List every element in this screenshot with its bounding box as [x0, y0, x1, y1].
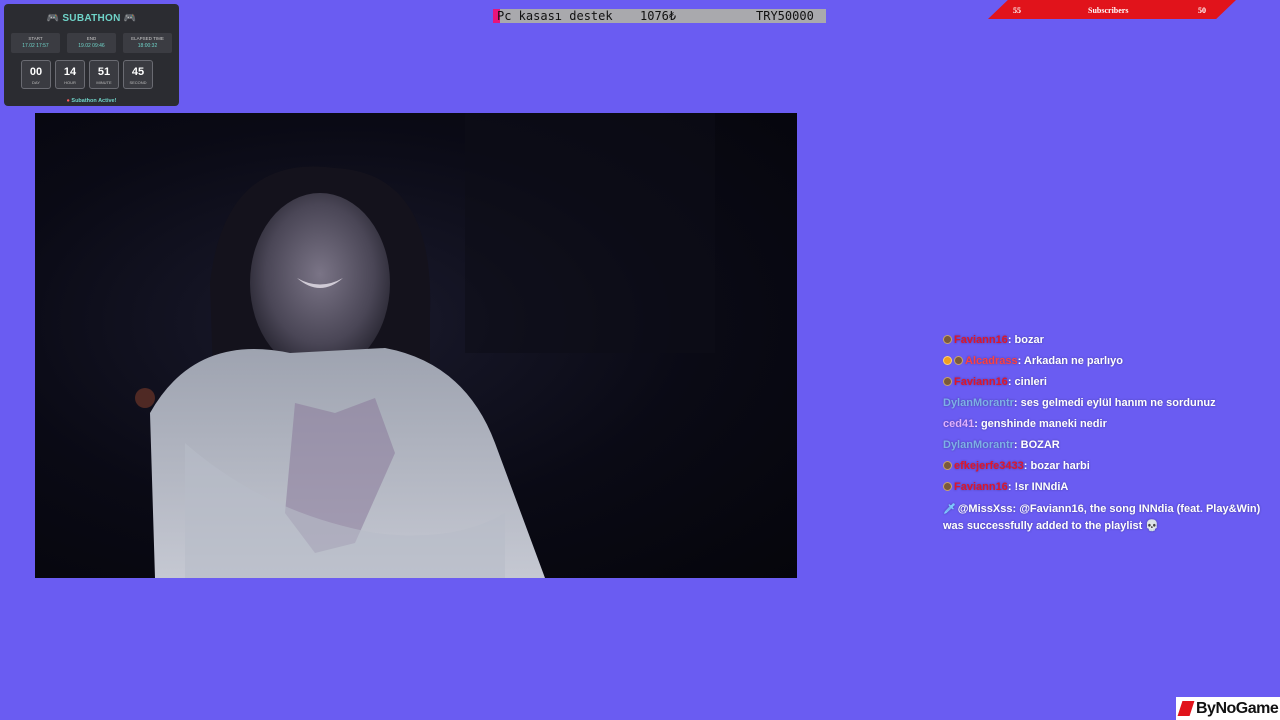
chat-username: Faviann16: [954, 376, 1008, 388]
bynogame-mark-icon: [1177, 701, 1195, 716]
subscriber-count-right: 50: [1198, 6, 1206, 15]
subscriber-count-left: 55: [1013, 6, 1021, 15]
chat-text: !sr INNdiA: [1014, 481, 1069, 493]
sword-icon: 🗡: [943, 504, 956, 515]
timer-hour-value: 14: [63, 66, 77, 78]
bynogame-logo: ByNoGame: [1176, 697, 1280, 720]
donation-amount: 1076₺: [640, 9, 677, 23]
streamer-image: [135, 113, 715, 578]
chat-message: Faviann16: cinleri: [943, 372, 1273, 393]
elapsed-label: ELAPSED TIME: [131, 36, 164, 41]
live-dot-icon: ●: [66, 98, 70, 104]
subathon-title-row: 🎮 SUBATHON 🎮: [4, 13, 179, 24]
end-box: END 19.02 09:46: [67, 33, 116, 53]
chat-username: DylanMorantr: [943, 439, 1014, 451]
elapsed-box: ELAPSED TIME 18:00:32: [123, 33, 172, 53]
timer-day: 00 DAY: [21, 60, 51, 89]
chat-message: DylanMorantr: BOZAR: [943, 439, 1060, 451]
chat-username: ced41: [943, 418, 975, 430]
donation-goal-bar: Pc kasası destek 1076₺ TRY50000: [493, 9, 826, 23]
chat-message: ced41: genshinde maneki nedir: [943, 418, 1107, 430]
sub-badge-icon: [954, 356, 963, 365]
subathon-widget: 🎮 SUBATHON 🎮 START 17.02 17:57 END 19.02…: [4, 4, 179, 106]
chat-overlay: Faviann16: bozar Alcadrass: Arkadan ne p…: [943, 330, 1273, 534]
start-value: 17.02 17:57: [22, 43, 49, 49]
chat-message: DylanMorantr: ses gelmedi eylül hanım ne…: [943, 397, 1216, 409]
subathon-info-boxes: START 17.02 17:57 END 19.02 09:46 ELAPSE…: [11, 33, 172, 53]
chat-message: efkejerfe3433: bozar harbi: [943, 456, 1273, 477]
chat-username: Alcadrass: [965, 355, 1018, 367]
timer-hour-unit: HOUR: [64, 80, 76, 85]
timer-hour: 14 HOUR: [55, 60, 85, 89]
subathon-title: SUBATHON: [62, 13, 121, 24]
webcam-video: [35, 113, 797, 578]
gift-badge-icon: [943, 356, 952, 365]
chat-username: efkejerfe3433: [954, 460, 1024, 472]
elapsed-value: 18:00:32: [137, 43, 158, 49]
countdown-timer: 00 DAY 14 HOUR 51 MINUTE 45 SECOND: [21, 60, 153, 89]
chat-text: BOZAR: [1020, 439, 1060, 451]
sub-badge-icon: [943, 335, 952, 344]
start-label: START: [28, 36, 43, 41]
chat-message: Faviann16: bozar: [943, 330, 1273, 351]
gamepad-icon: 🎮: [123, 13, 137, 24]
chat-username: Faviann16: [954, 481, 1008, 493]
chat-message: 🗡 @MissXss: @Faviann16, the song INNdia (…: [943, 503, 1261, 532]
chat-message: Faviann16: !sr INNdiA: [943, 477, 1273, 498]
gamepad-icon: 🎮: [46, 13, 60, 24]
chat-text: bozar: [1014, 334, 1044, 346]
timer-minute: 51 MINUTE: [89, 60, 119, 89]
timer-day-value: 00: [29, 66, 43, 78]
chat-text: bozar harbi: [1030, 460, 1090, 472]
sub-badge-icon: [943, 461, 952, 470]
donation-label: Pc kasası destek: [497, 9, 613, 23]
start-box: START 17.02 17:57: [11, 33, 60, 53]
chat-message: Alcadrass: Arkadan ne parlıyo: [943, 351, 1273, 372]
timer-second-value: 45: [131, 66, 145, 78]
sub-badge-icon: [943, 377, 952, 386]
subathon-status: ● Subathon Active!: [4, 98, 179, 104]
chat-username: @MissXss: [957, 503, 1013, 515]
donation-goal: TRY50000: [756, 9, 814, 23]
timer-day-unit: DAY: [32, 80, 40, 85]
end-label: END: [86, 36, 97, 41]
end-value: 19.02 09:46: [78, 43, 105, 49]
timer-minute-unit: MINUTE: [96, 80, 112, 85]
sub-badge-icon: [943, 482, 952, 491]
subscriber-goal-bar: 55 Subscribers 50: [988, 0, 1236, 19]
chat-text: genshinde maneki nedir: [980, 418, 1107, 430]
chat-text: cinleri: [1014, 376, 1047, 388]
subathon-status-text: Subathon Active!: [71, 98, 117, 104]
timer-second: 45 SECOND: [123, 60, 153, 89]
logo-text: ByNoGame: [1196, 700, 1279, 717]
subscriber-label: Subscribers: [1088, 6, 1129, 15]
chat-username: Faviann16: [954, 334, 1008, 346]
timer-minute-value: 51: [97, 66, 111, 78]
timer-second-unit: SECOND: [129, 80, 147, 85]
chat-text: Arkadan ne parlıyo: [1023, 355, 1123, 367]
chat-text: ses gelmedi eylül hanım ne sordunuz: [1020, 397, 1216, 409]
chat-username: DylanMorantr: [943, 397, 1014, 409]
